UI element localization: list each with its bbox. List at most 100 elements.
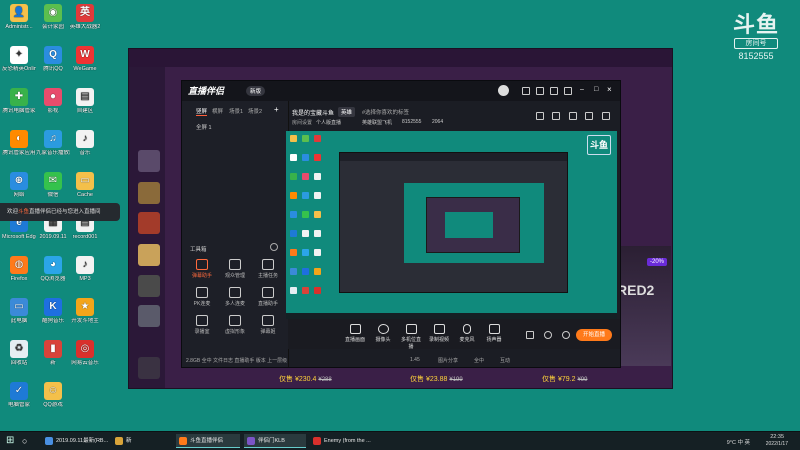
- weather-and-ime[interactable]: 9°C 中 英: [727, 438, 750, 446]
- app-icon: 英: [76, 4, 94, 22]
- tab-landscape[interactable]: 横屏: [212, 107, 223, 115]
- windows-start-icon[interactable]: ⊞: [6, 435, 14, 447]
- desktop-icon[interactable]: ◉ 会计家园: [36, 4, 70, 31]
- desktop-icon[interactable]: ✓ 电脑管家: [2, 382, 36, 409]
- video-icon[interactable]: [526, 331, 534, 339]
- skin-icon[interactable]: [564, 87, 572, 95]
- clock-time[interactable]: 22:35: [770, 434, 784, 440]
- scene-item[interactable]: 全屏 1: [196, 123, 212, 131]
- rail-game-thumb-1[interactable]: [138, 182, 160, 204]
- add-scene-icon[interactable]: +: [274, 105, 279, 114]
- live-preview[interactable]: 斗鱼: [286, 131, 617, 319]
- desktop-icon[interactable]: ✚ 腾讯电脑管家: [2, 88, 36, 115]
- start-stream-button[interactable]: 开始直播: [576, 329, 612, 341]
- price-item-1[interactable]: 仅售 ¥230.4 ¥288: [279, 374, 332, 384]
- desktop-icon[interactable]: ♪ MP3: [68, 256, 102, 283]
- desktop-icon[interactable]: ◕ QQ浏览器: [36, 256, 70, 283]
- rail-menu-icon[interactable]: [138, 150, 160, 172]
- desktop-icon[interactable]: ★ 开发斗地主: [68, 298, 102, 325]
- search-icon[interactable]: ○: [22, 435, 27, 447]
- desktop-icon[interactable]: ✦ 反恐精英Online: [2, 46, 36, 73]
- desktop-icon[interactable]: ▭ Cache: [68, 172, 102, 199]
- clock-date[interactable]: 2022/1/17: [766, 441, 788, 447]
- desktop-icon[interactable]: ▭ 此电脑: [2, 298, 36, 325]
- speaker-button[interactable]: 扬声器: [483, 324, 505, 343]
- taskbar-app-button[interactable]: Enemy (from the ...: [310, 434, 376, 448]
- eye-icon[interactable]: [544, 331, 552, 339]
- desktop-icon[interactable]: ♻ 回收站: [2, 340, 36, 367]
- tab-portrait[interactable]: 竖屏: [196, 107, 208, 116]
- desktop-icon[interactable]: ⊕ 网络: [2, 172, 36, 199]
- stream-title[interactable]: 我是的宝藏斗鱼: [292, 108, 334, 117]
- expand-icon[interactable]: [602, 112, 610, 120]
- settings-icon[interactable]: [550, 87, 558, 95]
- desktop-icon[interactable]: ● 影视: [36, 88, 70, 115]
- desktop-icon[interactable]: ◍ Firefox: [2, 256, 36, 283]
- category-tag[interactable]: 英雄: [338, 107, 356, 117]
- record-video-button[interactable]: 录制视频: [428, 324, 450, 343]
- rail-game-thumb-4[interactable]: [138, 275, 160, 297]
- maximize-icon[interactable]: □: [594, 86, 598, 93]
- desktop-icon[interactable]: W WeGame: [68, 46, 102, 73]
- minimize-icon[interactable]: –: [580, 86, 584, 93]
- desktop-icon[interactable]: ◎ 网易云音乐: [68, 340, 102, 367]
- taskbar-app-button[interactable]: 新: [112, 434, 172, 448]
- message-icon[interactable]: [536, 87, 544, 95]
- version-pill[interactable]: 新版: [246, 86, 266, 96]
- tool-button[interactable]: 主播任务: [252, 259, 284, 279]
- user-avatar[interactable]: [498, 85, 509, 96]
- preview-watermark: 斗鱼: [587, 135, 611, 155]
- tools-more-icon[interactable]: [270, 243, 278, 251]
- camera-button[interactable]: 摄像头: [372, 324, 394, 343]
- tab-scene-2[interactable]: 场景2: [248, 107, 262, 115]
- desktop-icon[interactable]: ♪ 音乐: [68, 130, 102, 157]
- stream-screen-button[interactable]: 直播画面: [344, 324, 366, 343]
- desktop-icon-label: QQ浏览器: [40, 276, 66, 282]
- taskbar-app-button[interactable]: 2019.09.11最新(RB...: [42, 434, 108, 448]
- lock-icon[interactable]: [536, 112, 544, 120]
- rail-game-thumb-5[interactable]: [138, 305, 160, 327]
- tool-button[interactable]: 观众管理: [219, 259, 251, 279]
- desktop-icon[interactable]: ♫ 九家音乐播放器: [36, 130, 70, 157]
- price-item-3[interactable]: 仅售 ¥79.2 ¥99: [542, 374, 587, 384]
- tool-button[interactable]: 弹幕姬: [252, 315, 284, 335]
- tab-scene-1[interactable]: 场景1: [229, 107, 243, 115]
- desktop-icon[interactable]: ▮ 新: [36, 340, 70, 367]
- rail-avatar-icon[interactable]: [138, 357, 160, 379]
- bell-icon[interactable]: [585, 112, 593, 120]
- desktop-icon[interactable]: ▤ 自建区: [68, 88, 102, 115]
- desktop-icon-label: Cache: [77, 192, 93, 198]
- desktop-icon-label: MP3: [79, 276, 91, 282]
- app-icon: ✚: [10, 88, 28, 106]
- gift-icon[interactable]: [552, 112, 560, 120]
- desktop-icon[interactable]: Q 腾讯QQ: [36, 46, 70, 73]
- desktop-icon[interactable]: ☺ QQ游戏: [36, 382, 70, 409]
- rail-game-thumb-2[interactable]: [138, 212, 160, 234]
- gear-icon[interactable]: [562, 331, 570, 339]
- desktop-icon[interactable]: 英英雄大战器2: [68, 4, 102, 31]
- desktop-icon[interactable]: ✉ 微信: [36, 172, 70, 199]
- tool-button[interactable]: 直播助手: [252, 287, 284, 307]
- game-name[interactable]: 英雄联盟飞机: [362, 119, 392, 126]
- desktop-icon-label: 电脑管家: [7, 402, 30, 408]
- tool-button[interactable]: 弹幕助手: [186, 259, 218, 279]
- taskbar-app-button[interactable]: 伴侣门KLB: [244, 434, 306, 448]
- tag-prompt[interactable]: #选择你喜欢的标签: [362, 108, 409, 116]
- desktop-icon[interactable]: 👤 Administr...: [2, 4, 36, 31]
- desktop-icon[interactable]: K 酷狗音乐: [36, 298, 70, 325]
- record-icon[interactable]: [522, 87, 530, 95]
- tool-button[interactable]: PK连麦: [186, 287, 218, 307]
- close-icon[interactable]: ×: [607, 85, 612, 94]
- store-banner[interactable]: -20% RED2: [615, 246, 671, 366]
- desktop-icon[interactable]: ◐ 腾讯管家应用: [2, 130, 36, 157]
- tool-button[interactable]: 多人连麦: [219, 287, 251, 307]
- tool-button[interactable]: 虚拟形象: [219, 315, 251, 335]
- tool-button[interactable]: 录播室: [186, 315, 218, 335]
- rail-game-thumb-3[interactable]: [138, 244, 160, 266]
- share-icon[interactable]: [569, 112, 577, 120]
- microphone-button[interactable]: 麦克风: [456, 324, 478, 343]
- taskbar-app-button[interactable]: 斗鱼直播伴侣: [176, 434, 240, 448]
- price-item-2[interactable]: 仅售 ¥23.88 ¥199: [410, 374, 463, 384]
- room-settings-label[interactable]: 房间设置: [292, 119, 312, 126]
- multi-camera-button[interactable]: 多机位直播: [400, 324, 422, 350]
